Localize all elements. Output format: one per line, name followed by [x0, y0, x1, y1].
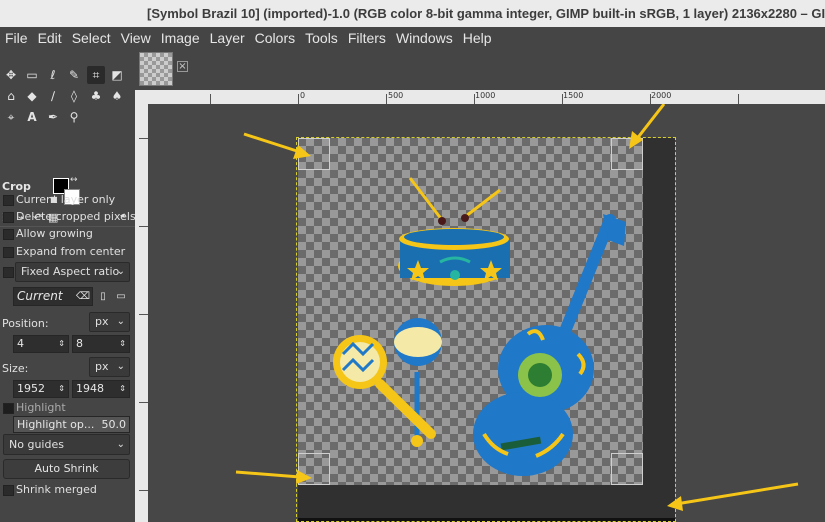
- lasso-tool-icon[interactable]: ℓ: [44, 66, 62, 84]
- menu-tools[interactable]: Tools: [300, 30, 343, 46]
- transform-tool-icon[interactable]: ◩: [108, 66, 126, 84]
- size-height-input[interactable]: 1948 ⇕: [72, 380, 130, 398]
- warp-tool-icon[interactable]: ⌂: [2, 87, 20, 105]
- clear-field-icon[interactable]: ⌫: [75, 288, 91, 304]
- drum-illustration: [398, 177, 510, 286]
- auto-shrink-button[interactable]: Auto Shrink: [3, 459, 130, 479]
- expand-from-center-label: Expand from center: [16, 245, 126, 258]
- maracas-illustration: [333, 318, 442, 447]
- portrait-icon[interactable]: ▯: [95, 288, 111, 304]
- image-thumbnail[interactable]: [139, 52, 173, 86]
- image-content: [235, 104, 799, 511]
- menu-image[interactable]: Image: [156, 30, 205, 46]
- position-label: Position:: [2, 317, 49, 330]
- allow-growing-checkbox[interactable]: [3, 229, 14, 240]
- text-tool-icon[interactable]: A: [23, 108, 41, 126]
- ruler-corner[interactable]: [135, 90, 148, 104]
- bucket-fill-tool-icon[interactable]: ◆: [23, 87, 41, 105]
- menu-filters[interactable]: Filters: [343, 30, 391, 46]
- chevron-down-icon: ⌄: [116, 316, 125, 327]
- menu-colors[interactable]: Colors: [250, 30, 300, 46]
- close-icon[interactable]: ×: [177, 61, 188, 72]
- guides-value: No guides: [9, 438, 64, 451]
- fixed-aspect-checkbox[interactable]: [3, 267, 14, 278]
- position-x-value: 4: [17, 337, 24, 350]
- position-unit-dropdown[interactable]: px ⌄: [89, 312, 130, 332]
- shrink-merged-checkbox[interactable]: [3, 485, 14, 496]
- spinner-icon[interactable]: ⇕: [58, 336, 65, 352]
- move-tool-icon[interactable]: ✥: [2, 66, 20, 84]
- vertical-ruler[interactable]: [135, 104, 148, 522]
- expand-from-center-checkbox[interactable]: [3, 247, 14, 258]
- shrink-merged-label: Shrink merged: [16, 483, 97, 496]
- highlight-opacity-value: 50.0: [101, 418, 127, 431]
- ruler-ticks: [139, 138, 148, 491]
- size-width-input[interactable]: 1952 ⇕: [13, 380, 69, 398]
- paths-tool-icon[interactable]: ⌖: [2, 108, 20, 126]
- menu-view[interactable]: View: [116, 30, 156, 46]
- paintbrush-tool-icon[interactable]: ∕: [44, 87, 62, 105]
- menu-edit[interactable]: Edit: [33, 30, 67, 46]
- highlight-label: Highlight: [16, 401, 66, 414]
- highlight-opacity-label: Highlight op...: [17, 418, 95, 431]
- fixed-aspect-label: Fixed Aspect ratio: [21, 265, 120, 278]
- menu-select[interactable]: Select: [67, 30, 116, 46]
- highlight-opacity-slider[interactable]: Highlight op... 50.0: [13, 416, 130, 433]
- smudge-tool-icon[interactable]: ♠: [108, 87, 126, 105]
- size-unit-value: px: [95, 360, 109, 373]
- fuzzy-select-tool-icon[interactable]: ✎: [65, 66, 83, 84]
- size-unit-dropdown[interactable]: px ⌄: [89, 357, 130, 377]
- delete-cropped-checkbox[interactable]: [3, 212, 14, 223]
- image-tabs-bar: ×: [135, 49, 825, 90]
- window-titlebar: [Symbol Brazil 10] (imported)-1.0 (RGB c…: [0, 0, 825, 27]
- current-layer-only-label: Current layer only: [16, 193, 116, 206]
- tool-options-title: Crop: [2, 180, 31, 193]
- fixed-aspect-dropdown[interactable]: Fixed Aspect ratio ⌄: [15, 262, 130, 282]
- chevron-down-icon: ⌄: [116, 361, 125, 372]
- toolbox-panel: ✥ ▭ ℓ ✎ ⌗ ◩ ⌂ ◆ ∕ ◊ ♣ ♠ ⌖ A ✒ ⚲ ↔ ■ ☰ ⌁ …: [0, 49, 136, 522]
- crop-tool-icon[interactable]: ⌗: [87, 66, 105, 84]
- menu-help[interactable]: Help: [458, 30, 497, 46]
- size-width-value: 1952: [17, 382, 45, 395]
- menu-windows[interactable]: Windows: [391, 30, 458, 46]
- window-title: [Symbol Brazil 10] (imported)-1.0 (RGB c…: [147, 6, 825, 21]
- spinner-icon[interactable]: ⇕: [119, 336, 126, 352]
- spinner-icon[interactable]: ⇕: [119, 381, 126, 397]
- current-layer-only-checkbox[interactable]: [3, 195, 14, 206]
- menu-file[interactable]: File: [0, 30, 33, 46]
- chevron-down-icon: ⌄: [116, 266, 125, 277]
- size-height-value: 1948: [76, 382, 104, 395]
- zoom-tool-icon[interactable]: ⚲: [65, 108, 83, 126]
- eraser-tool-icon[interactable]: ◊: [65, 87, 83, 105]
- position-y-input[interactable]: 8 ⇕: [72, 335, 130, 353]
- menu-layer[interactable]: Layer: [205, 30, 250, 46]
- size-label: Size:: [2, 362, 29, 375]
- landscape-icon[interactable]: ▭: [113, 288, 129, 304]
- swap-colors-icon[interactable]: ↔: [70, 175, 78, 185]
- chevron-down-icon: ⌄: [116, 439, 125, 450]
- spinner-icon[interactable]: ⇕: [58, 381, 65, 397]
- position-x-input[interactable]: 4 ⇕: [13, 335, 69, 353]
- horizontal-ruler[interactable]: 0 500 1000 1500 2000: [148, 90, 825, 104]
- position-y-value: 8: [76, 337, 83, 350]
- menu-bar: File Edit Select View Image Layer Colors…: [0, 27, 825, 49]
- color-picker-tool-icon[interactable]: ✒: [44, 108, 62, 126]
- clone-tool-icon[interactable]: ♣: [87, 87, 105, 105]
- position-unit-value: px: [95, 315, 109, 328]
- allow-growing-label: Allow growing: [16, 227, 93, 240]
- delete-cropped-label: Delete cropped pixels: [16, 210, 136, 223]
- image-canvas[interactable]: [148, 104, 825, 522]
- guides-dropdown[interactable]: No guides ⌄: [3, 434, 130, 455]
- highlight-checkbox[interactable]: [3, 403, 14, 414]
- aspect-current-value: Current: [17, 289, 63, 303]
- rect-select-tool-icon[interactable]: ▭: [23, 66, 41, 84]
- ruler-ticks: [210, 94, 739, 104]
